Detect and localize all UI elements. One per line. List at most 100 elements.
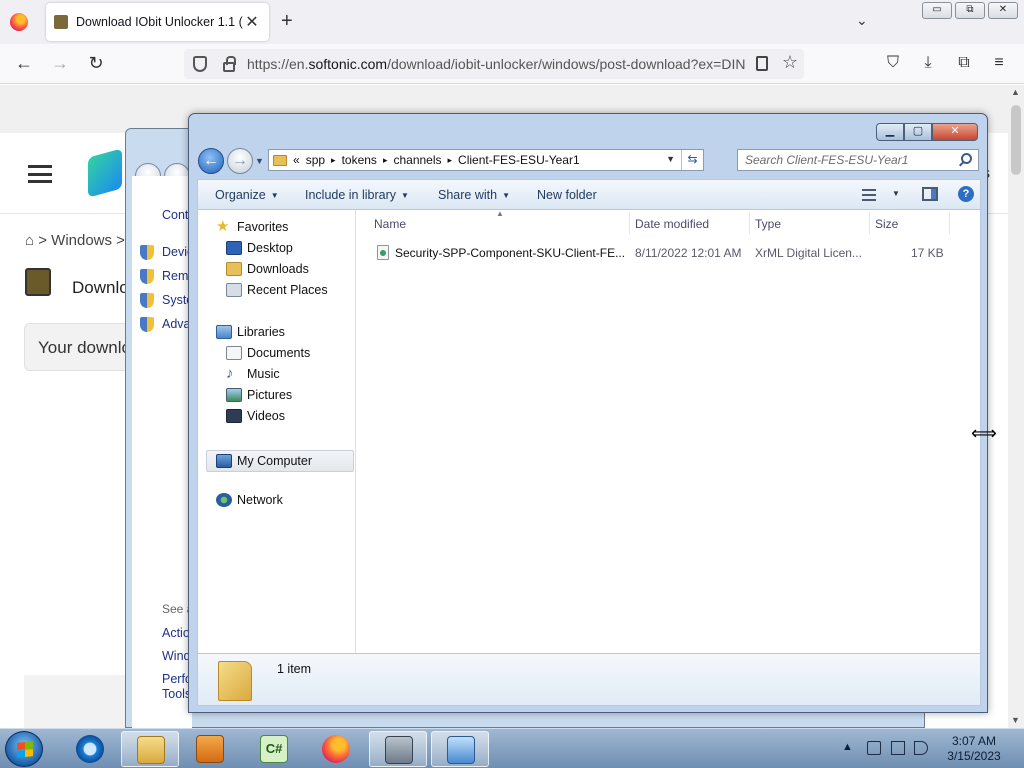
address-segment[interactable]: spp <box>306 153 325 167</box>
column-header-name[interactable]: Name <box>374 217 406 231</box>
breadcrumb-text[interactable]: > Windows > <box>38 232 125 249</box>
restore-button[interactable]: ⧉ <box>955 2 985 19</box>
action-center-flag-icon[interactable] <box>891 741 905 755</box>
taskbar-csharp-app[interactable]: C# <box>245 731 303 767</box>
network-tray-icon[interactable] <box>867 741 881 755</box>
new-folder-button[interactable]: New folder <box>537 188 597 202</box>
column-divider[interactable] <box>869 212 870 234</box>
nav-desktop[interactable]: Desktop <box>226 241 293 255</box>
breadcrumb[interactable]: ⌂ > Windows > <box>25 232 125 249</box>
nav-favorites[interactable]: ★ Favorites <box>216 219 288 234</box>
cp-sidebar-title[interactable]: Cont <box>162 208 188 222</box>
nav-network[interactable]: Network <box>216 493 283 507</box>
explorer-back-button[interactable]: ← <box>198 148 224 174</box>
file-type: XrML Digital Licen... <box>755 246 862 260</box>
address-segment[interactable]: tokens <box>342 153 377 167</box>
taskbar-internet-explorer[interactable] <box>61 731 119 767</box>
taskbar-windows-explorer[interactable] <box>121 731 179 767</box>
table-row[interactable]: Security-SPP-Component-SKU-Client-FE... … <box>357 243 957 263</box>
explorer-close-button[interactable]: ✕ <box>932 123 978 141</box>
cp-link-windows[interactable]: Wind <box>162 649 190 663</box>
include-in-library-menu[interactable]: Include in library ▼ <box>305 188 409 202</box>
share-with-menu[interactable]: Share with ▼ <box>438 188 510 202</box>
list-all-tabs-icon[interactable]: ⌄ <box>856 12 868 29</box>
column-divider[interactable] <box>949 212 950 234</box>
bookmark-star-icon[interactable]: ☆ <box>782 52 798 73</box>
column-header-date-modified[interactable]: Date modified <box>635 217 709 231</box>
explorer-window[interactable]: ▁ ▢ ✕ ← → ▼ « spp ▸ tokens ▸ channels ▸ … <box>188 113 988 713</box>
nav-recent-places[interactable]: Recent Places <box>226 283 328 297</box>
address-overflow[interactable]: « <box>293 153 300 167</box>
home-icon[interactable]: ⌂ <box>25 232 38 249</box>
taskbar-iobit-unlocker[interactable] <box>369 731 427 767</box>
scroll-up-arrow-icon[interactable]: ▲ <box>1011 87 1020 97</box>
softonic-logo-icon[interactable] <box>88 148 122 198</box>
explorer-minimize-button[interactable]: ▁ <box>876 123 904 141</box>
column-divider[interactable] <box>749 212 750 234</box>
address-separator-icon[interactable]: ▸ <box>331 155 336 166</box>
new-tab-button[interactable]: + <box>281 10 293 33</box>
downloads-icon[interactable]: ⤓ <box>918 54 938 72</box>
forward-arrow-icon[interactable]: → <box>49 53 71 74</box>
nav-my-computer[interactable]: My Computer <box>206 450 354 472</box>
close-button[interactable]: ✕ <box>988 2 1018 19</box>
view-options-dropdown-icon[interactable]: ▼ <box>892 189 900 198</box>
nav-pictures[interactable]: Pictures <box>226 388 292 402</box>
address-bar[interactable]: « spp ▸ tokens ▸ channels ▸ Client-FES-E… <box>268 149 704 171</box>
column-header-type[interactable]: Type <box>755 217 781 231</box>
browser-tab[interactable]: Download IObit Unlocker 1.1 (20 ✕ <box>46 3 269 41</box>
column-header-size[interactable]: Size <box>875 217 898 231</box>
nav-downloads[interactable]: Downloads <box>226 262 309 276</box>
scroll-down-arrow-icon[interactable]: ▼ <box>1011 715 1020 725</box>
show-hidden-icons-arrow[interactable]: ▲ <box>842 741 853 753</box>
cp-link-tools[interactable]: Tools <box>162 687 191 701</box>
volume-icon[interactable] <box>914 741 928 755</box>
nav-libraries[interactable]: Libraries <box>216 325 285 339</box>
scrollbar-thumb[interactable] <box>1011 105 1021 175</box>
nav-music[interactable]: ♪ Music <box>226 366 280 381</box>
cp-link-action[interactable]: Actio <box>162 626 190 640</box>
reader-view-icon[interactable] <box>756 56 768 71</box>
explorer-forward-button[interactable]: → <box>227 148 253 174</box>
tab-close-icon[interactable]: ✕ <box>243 12 261 32</box>
nav-videos[interactable]: Videos <box>226 409 285 423</box>
downloads-folder-icon <box>226 262 242 276</box>
explorer-maximize-button[interactable]: ▢ <box>904 123 932 141</box>
extensions-icon[interactable]: ⧉ <box>954 54 974 72</box>
nav-documents[interactable]: Documents <box>226 346 310 360</box>
address-segment[interactable]: channels <box>393 153 441 167</box>
tracking-protection-shield-icon[interactable] <box>193 56 207 72</box>
taskbar-control-panel[interactable] <box>431 731 489 767</box>
back-arrow-icon[interactable]: ← <box>13 53 35 74</box>
taskbar-media-player[interactable] <box>181 731 239 767</box>
address-separator-icon[interactable]: ▸ <box>383 155 388 166</box>
change-view-icon[interactable] <box>862 189 876 201</box>
address-separator-icon[interactable]: ▸ <box>448 155 453 166</box>
recent-pages-dropdown-icon[interactable]: ▼ <box>255 156 264 166</box>
search-input[interactable]: Search Client-FES-ESU-Year1 <box>737 149 979 171</box>
address-history-dropdown-icon[interactable]: ▼ <box>666 154 675 164</box>
address-segment-current[interactable]: Client-FES-ESU-Year1 <box>458 153 580 167</box>
reload-icon[interactable]: ↻ <box>85 53 107 74</box>
hamburger-menu-icon[interactable]: ≡ <box>989 54 1009 72</box>
url-bar[interactable]: https://en.softonic.com/download/iobit-u… <box>184 49 804 79</box>
help-icon[interactable]: ? <box>958 186 974 202</box>
page-scrollbar[interactable]: ▲ ▼ <box>1008 85 1024 728</box>
file-list[interactable]: ▲ Name Date modified Type Size Security-… <box>357 209 981 653</box>
refresh-icon[interactable]: ⇆ <box>681 150 703 170</box>
url-text[interactable]: https://en.softonic.com/download/iobit-u… <box>247 56 747 72</box>
pocket-icon[interactable]: ⛉ <box>883 54 903 72</box>
start-button[interactable] <box>5 731 43 767</box>
taskbar-firefox[interactable] <box>307 731 365 767</box>
organize-menu[interactable]: Organize ▼ <box>215 188 279 202</box>
site-menu-icon[interactable] <box>28 165 52 183</box>
lock-icon[interactable] <box>223 55 236 72</box>
minimize-button[interactable]: ▭ <box>922 2 952 19</box>
cp-link-advanced[interactable]: Adva <box>162 317 191 331</box>
column-divider[interactable] <box>629 212 630 234</box>
firefox-logo-icon[interactable] <box>10 13 28 31</box>
system-clock[interactable]: 3:07 AM 3/15/2023 <box>930 734 1018 764</box>
search-icon[interactable] <box>961 153 972 164</box>
preview-pane-icon[interactable] <box>922 187 938 201</box>
url-domain: softonic.com <box>308 56 388 72</box>
